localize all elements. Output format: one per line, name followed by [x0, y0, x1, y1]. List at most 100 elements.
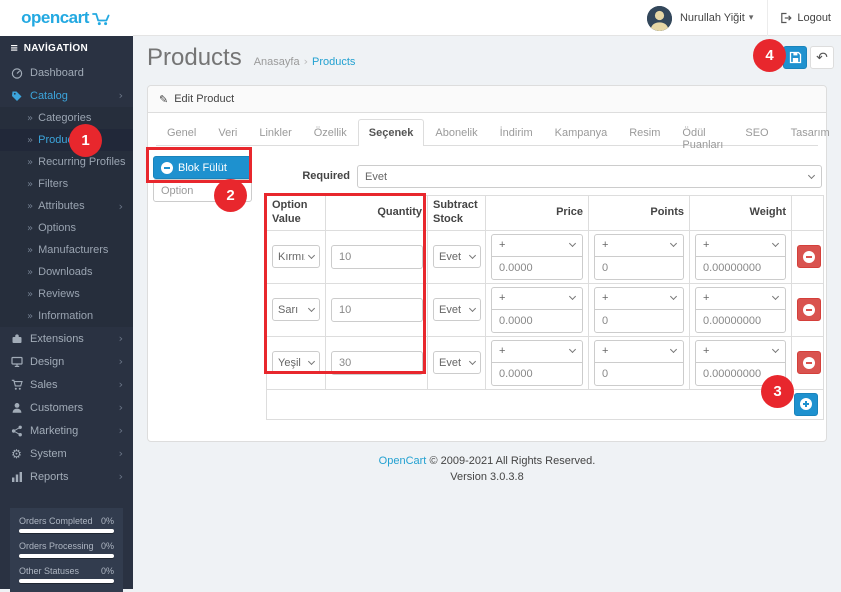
price-input[interactable]	[491, 255, 583, 280]
remove-option-value-button[interactable]	[797, 298, 821, 321]
sidebar-item-downloads[interactable]: » Downloads	[0, 261, 133, 283]
tab-resim[interactable]: Resim	[618, 119, 671, 146]
price-prefix-select[interactable]: +	[491, 339, 583, 363]
sidebar-item-products[interactable]: » Products	[0, 129, 133, 151]
sidebar: ≡ NAVİGATİON Dashboard Catalog › » Catego…	[0, 36, 133, 592]
header-price: Price	[485, 195, 589, 231]
chevron-right-icon: ›	[118, 401, 123, 414]
table-footer-row	[266, 388, 824, 420]
tab-veri[interactable]: Veri	[207, 119, 248, 146]
breadcrumb-separator: ›	[303, 55, 308, 68]
sidebar-item-manufacturers[interactable]: » Manufacturers	[0, 239, 133, 261]
stat-value: 0%	[100, 566, 114, 576]
sidebar-item-system[interactable]: ⚙ System ›	[0, 442, 133, 465]
weight-input[interactable]	[695, 255, 786, 280]
chevron-down-icon	[771, 239, 780, 248]
points-input[interactable]	[594, 361, 684, 386]
points-prefix-select[interactable]: +	[594, 233, 684, 257]
user-menu[interactable]: Nurullah Yiğit	[680, 12, 745, 24]
sidebar-item-recurring-profiles[interactable]: » Recurring Profiles	[0, 151, 133, 173]
tab-kampanya[interactable]: Kampanya	[544, 119, 619, 146]
stat-orders-completed: Orders Completed 0%	[19, 516, 114, 533]
tab-indirim[interactable]: İndirim	[489, 119, 544, 146]
stat-other-statuses: Other Statuses 0%	[19, 566, 114, 583]
logout-button[interactable]: Logout	[780, 12, 831, 24]
submenu-arrow-icon: »	[27, 288, 34, 300]
sidebar-item-sales[interactable]: Sales ›	[0, 373, 133, 396]
sidebar-item-reports[interactable]: Reports ›	[0, 465, 133, 488]
sidebar-item-options[interactable]: » Options	[0, 217, 133, 239]
price-prefix-select[interactable]: +	[491, 286, 583, 310]
breadcrumb-home[interactable]: Anasayfa	[254, 56, 300, 68]
price-input[interactable]	[491, 361, 583, 386]
tab-seo[interactable]: SEO	[734, 119, 779, 146]
chevron-right-icon: ›	[118, 470, 123, 483]
weight-prefix-select[interactable]: +	[695, 233, 786, 257]
chevron-down-icon	[669, 345, 678, 354]
tag-icon	[10, 90, 23, 102]
opencart-footer-link[interactable]: OpenCart	[379, 455, 427, 467]
sidebar-item-marketing[interactable]: Marketing ›	[0, 419, 133, 442]
remove-option-value-button[interactable]	[797, 351, 821, 374]
tab-genel[interactable]: Genel	[156, 119, 207, 146]
price-input[interactable]	[491, 308, 583, 333]
subtract-stock-select[interactable]: Evet	[433, 351, 481, 374]
breadcrumb-current[interactable]: Products	[312, 56, 355, 68]
monitor-icon	[10, 356, 23, 368]
sidebar-item-filters[interactable]: » Filters	[0, 173, 133, 195]
annotation-step-4: 4	[753, 39, 786, 72]
hamburger-icon: ≡	[10, 43, 19, 54]
back-button[interactable]: ↶	[810, 46, 834, 69]
sidebar-item-dashboard[interactable]: Dashboard	[0, 61, 133, 84]
header-weight: Weight	[689, 195, 792, 231]
weight-prefix-select[interactable]: +	[695, 286, 786, 310]
sidebar-item-customers[interactable]: Customers ›	[0, 396, 133, 419]
tab-tasarim[interactable]: Tasarım	[780, 119, 841, 146]
sidebar-item-information[interactable]: » Information	[0, 305, 133, 327]
weight-input[interactable]	[695, 308, 786, 333]
sidebar-item-attributes[interactable]: » Attributes ›	[0, 195, 133, 217]
chevron-right-icon: ›	[118, 355, 123, 368]
sidebar-item-reviews[interactable]: » Reviews	[0, 283, 133, 305]
save-icon	[789, 51, 802, 64]
sidebar-item-categories[interactable]: » Categories	[0, 107, 133, 129]
copyright-text: © 2009-2021 All Rights Reserved.	[429, 455, 596, 467]
tab-linkler[interactable]: Linkler	[248, 119, 302, 146]
chevron-down-icon	[807, 171, 816, 179]
tab-abonelik[interactable]: Abonelik	[424, 119, 488, 146]
chevron-down-icon	[468, 357, 477, 365]
progress-bar	[19, 529, 114, 533]
sidebar-item-design[interactable]: Design ›	[0, 350, 133, 373]
price-prefix-select[interactable]: +	[491, 233, 583, 257]
tab-odul-puanlari[interactable]: Ödül Puanları	[671, 119, 734, 151]
remove-option-value-button[interactable]	[797, 245, 821, 268]
subtract-stock-select[interactable]: Evet	[433, 245, 481, 268]
add-option-value-button[interactable]	[794, 392, 818, 416]
tab-ozellik[interactable]: Özellik	[303, 119, 358, 146]
points-input[interactable]	[594, 308, 684, 333]
pencil-icon: ✎	[159, 92, 169, 106]
points-prefix-select[interactable]: +	[594, 339, 684, 363]
sidebar-item-extensions[interactable]: Extensions ›	[0, 327, 133, 350]
subtract-stock-select[interactable]: Evet	[433, 298, 481, 321]
points-input[interactable]	[594, 255, 684, 280]
chevron-down-icon	[669, 292, 678, 301]
points-prefix-select[interactable]: +	[594, 286, 684, 310]
chevron-down-icon	[568, 345, 577, 354]
save-button[interactable]	[783, 46, 807, 69]
avatar[interactable]	[646, 5, 672, 31]
sidebar-item-catalog[interactable]: Catalog ›	[0, 84, 133, 107]
weight-prefix-select[interactable]: +	[695, 339, 786, 363]
submenu-arrow-icon: »	[27, 134, 34, 146]
opencart-logo[interactable]: opencart	[0, 0, 133, 36]
required-select[interactable]: Evet	[357, 165, 822, 188]
annotation-step-3: 3	[761, 375, 794, 408]
panel-heading: ✎ Edit Product	[148, 86, 826, 113]
stat-value: 0%	[100, 541, 114, 551]
bar-chart-icon	[10, 471, 23, 483]
edit-product-panel: ✎ Edit Product Genel Veri Linkler Özelli…	[147, 85, 830, 442]
chevron-right-icon: ›	[118, 199, 123, 213]
tab-secenek[interactable]: Seçenek	[357, 119, 425, 146]
version-text: Version 3.0.3.8	[450, 470, 524, 483]
progress-bar	[19, 554, 114, 558]
